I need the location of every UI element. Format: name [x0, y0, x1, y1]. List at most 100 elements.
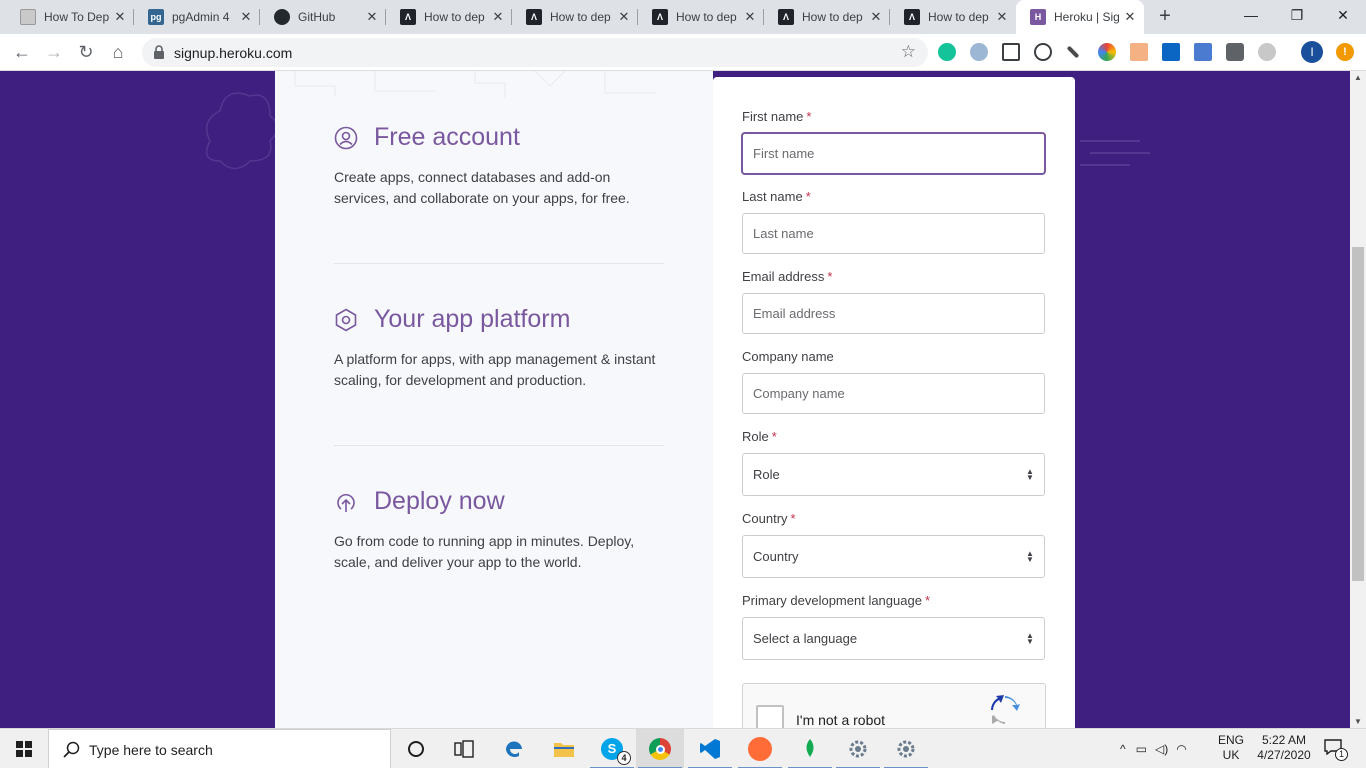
skype-badge: 4	[617, 751, 631, 765]
settings-app-icon[interactable]	[834, 729, 882, 768]
skype-icon[interactable]: S 4	[588, 729, 636, 768]
role-select[interactable]: Role ▲ ▼	[742, 453, 1045, 496]
feature-description: Create apps, connect databases and add-o…	[334, 169, 630, 206]
start-button[interactable]	[0, 729, 48, 768]
language-code: ENG	[1218, 733, 1245, 747]
browser-tab[interactable]: Λ How to dep ✕	[512, 0, 638, 34]
scroll-down-icon[interactable]: ▼	[1354, 717, 1362, 726]
recaptcha-checkbox[interactable]	[756, 705, 784, 728]
postman-icon[interactable]	[736, 729, 784, 768]
close-tab-icon[interactable]: ✕	[1122, 9, 1138, 25]
feature-title: Deploy now	[374, 487, 505, 515]
restore-button[interactable]: ❐	[1274, 0, 1320, 30]
browser-tab[interactable]: Λ How to dep ✕	[764, 0, 890, 34]
last-name-input[interactable]	[742, 213, 1045, 254]
note-extension-icon[interactable]	[1130, 43, 1148, 61]
show-hidden-icons-icon[interactable]: ^	[1120, 742, 1126, 756]
reload-button[interactable]: ↻	[74, 40, 98, 64]
eyedropper-extension-icon[interactable]	[1066, 45, 1080, 59]
first-name-input[interactable]	[742, 133, 1045, 174]
react-favicon-icon: Λ	[778, 9, 794, 25]
cortana-icon[interactable]	[392, 729, 440, 768]
browser-tab[interactable]: Λ How to dep ✕	[386, 0, 512, 34]
color-extension-icon[interactable]	[1098, 43, 1116, 61]
forward-button[interactable]: →	[42, 40, 66, 64]
scroll-up-icon[interactable]: ▲	[1354, 73, 1362, 82]
browser-tab[interactable]: How To Dep ✕	[6, 0, 134, 34]
profile-avatar[interactable]: I	[1301, 41, 1323, 63]
upload-arrow-icon	[337, 494, 355, 512]
browser-tab-active[interactable]: H Heroku | Sig ✕	[1016, 0, 1144, 34]
close-tab-icon[interactable]: ✕	[112, 9, 128, 25]
extension-icon[interactable]	[1258, 43, 1276, 61]
extension-icon[interactable]	[970, 43, 988, 61]
language-select[interactable]: Select a language ▲ ▼	[742, 617, 1045, 660]
extension-icon[interactable]	[1194, 43, 1212, 61]
battery-icon[interactable]: ▭	[1136, 742, 1147, 756]
browser-tab[interactable]: Λ How to dep ✕	[890, 0, 1016, 34]
wifi-icon[interactable]: ◠	[1176, 742, 1186, 756]
chrome-icon[interactable]	[636, 729, 684, 768]
feature-title: Your app platform	[374, 305, 571, 333]
grammarly-extension-icon[interactable]	[938, 43, 956, 61]
scrollbar-thumb[interactable]	[1352, 247, 1364, 581]
extension-icon[interactable]	[1226, 43, 1244, 61]
country-select[interactable]: Country ▲ ▼	[742, 535, 1045, 578]
new-tab-button[interactable]: +	[1154, 5, 1176, 27]
pgadmin-favicon-icon: pg	[148, 9, 164, 25]
taskbar-search-box[interactable]: Type here to search	[48, 729, 391, 768]
notification-count: 1	[1335, 748, 1348, 761]
react-favicon-icon: Λ	[904, 9, 920, 25]
linkedin-extension-icon[interactable]	[1162, 43, 1180, 61]
close-tab-icon[interactable]: ✕	[868, 9, 884, 25]
last-name-field: Last name *	[742, 189, 1045, 254]
tab-title: Heroku | Sig	[1054, 10, 1120, 24]
search-icon	[63, 741, 80, 758]
select-arrows-icon: ▲ ▼	[1026, 466, 1034, 482]
language-field: Primary development language * Select a l…	[742, 593, 1045, 660]
input-language-indicator[interactable]: ENG UK	[1218, 733, 1244, 763]
file-explorer-icon[interactable]	[540, 729, 588, 768]
bookmark-star-icon[interactable]: ☆	[901, 42, 916, 62]
feature-divider	[334, 445, 664, 446]
close-tab-icon[interactable]: ✕	[238, 9, 254, 25]
required-marker: *	[790, 511, 796, 526]
vscode-icon[interactable]	[686, 729, 734, 768]
close-window-button[interactable]: ✕	[1320, 0, 1366, 30]
company-label: Company name	[742, 349, 834, 364]
browser-tab[interactable]: pg pgAdmin 4 ✕	[134, 0, 260, 34]
record-extension-icon[interactable]	[1034, 43, 1052, 61]
url-text: signup.heroku.com	[174, 45, 293, 61]
page-scrollbar[interactable]: ▲ ▼	[1350, 71, 1366, 728]
mongodb-compass-icon[interactable]	[786, 729, 834, 768]
country-label: Country	[742, 511, 788, 526]
email-input[interactable]	[742, 293, 1045, 334]
windows-taskbar: Type here to search S 4 ^ ▭ ◁) ◠ ENG UK …	[0, 728, 1366, 768]
taskbar-clock[interactable]: 5:22 AM 4/27/2020	[1252, 733, 1316, 763]
country-select-value: Country	[753, 549, 799, 564]
action-center-icon[interactable]: 1	[1324, 739, 1348, 761]
volume-icon[interactable]: ◁)	[1155, 742, 1168, 756]
back-button[interactable]: ←	[10, 40, 34, 64]
close-tab-icon[interactable]: ✕	[364, 9, 380, 25]
task-view-icon[interactable]	[440, 729, 488, 768]
settings-app-icon[interactable]	[882, 729, 930, 768]
screenshot-extension-icon[interactable]	[1002, 43, 1020, 61]
minimize-button[interactable]: —	[1228, 0, 1274, 30]
close-tab-icon[interactable]: ✕	[490, 9, 506, 25]
browser-tab[interactable]: Λ How to dep ✕	[638, 0, 764, 34]
close-tab-icon[interactable]: ✕	[994, 9, 1010, 25]
company-input[interactable]	[742, 373, 1045, 414]
email-field: Email address *	[742, 269, 1045, 334]
heroku-favicon-icon: H	[1030, 9, 1046, 25]
edge-browser-icon[interactable]	[490, 729, 538, 768]
update-alert-icon[interactable]: !	[1336, 43, 1354, 61]
close-tab-icon[interactable]: ✕	[742, 9, 758, 25]
address-bar[interactable]: signup.heroku.com ☆	[142, 38, 928, 67]
browser-tab[interactable]: GitHub ✕	[260, 0, 386, 34]
close-tab-icon[interactable]: ✕	[616, 9, 632, 25]
role-select-value: Role	[753, 467, 780, 482]
home-button[interactable]: ⌂	[106, 40, 130, 64]
feature-app-platform: Your app platform A platform for apps, w…	[334, 305, 674, 405]
cloud-decoration-icon	[205, 92, 279, 170]
